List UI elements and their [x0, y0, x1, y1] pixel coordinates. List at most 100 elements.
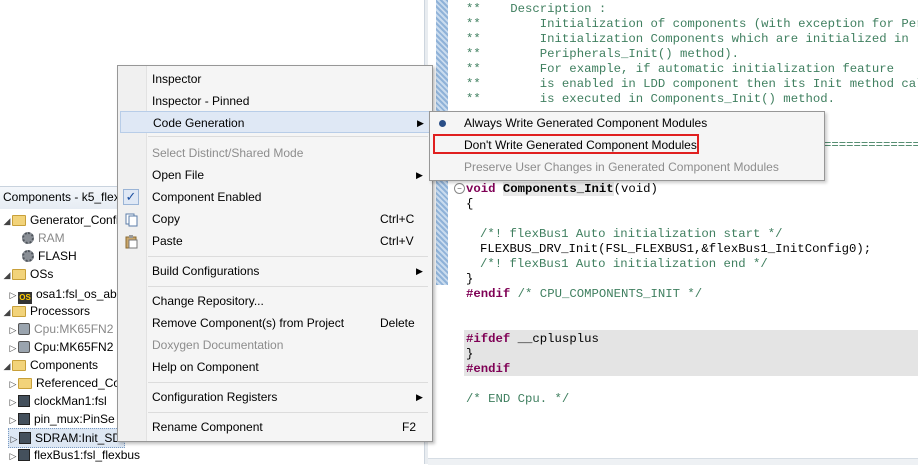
menu-item-build-configurations[interactable]: Build Configurations ▶ [118, 260, 432, 282]
tree-item-cpu-1[interactable]: ▷ Cpu:MK65FN2 [8, 320, 114, 339]
tree-item-clockman1[interactable]: ▷ clockMan1:fsl [8, 392, 107, 410]
tree-item-label: Cpu:MK65FN2 [34, 340, 114, 354]
menu-item-remove-component[interactable]: Remove Component(s) from Project Delete [118, 312, 432, 334]
expand-arrow-icon[interactable]: ▷ [8, 393, 18, 411]
code-keyword: #endif [466, 287, 511, 301]
menu-item-select-distinct-shared-mode: Select Distinct/Shared Mode [118, 142, 432, 164]
tree-item-referenced[interactable]: ▷ Referenced_Co [8, 374, 121, 393]
component-icon [18, 413, 30, 425]
tree-item-oss[interactable]: ◢ OSs [2, 265, 54, 284]
code-line: ** For example, if automatic initializat… [466, 62, 895, 76]
code-line: ** Initialization of components (with ex… [466, 17, 918, 31]
tree-item-label: Cpu:MK65FN2 [34, 322, 114, 336]
submenu-arrow-icon: ▶ [416, 170, 423, 180]
submenu-arrow-icon: ▶ [416, 392, 423, 402]
tree-item-label: Generator_Config [30, 213, 126, 227]
menu-item-label: Rename Component [152, 420, 263, 434]
code-line: FLEXBUS_DRV_Init(FSL_FLEXBUS1,&flexBus1_… [480, 242, 872, 256]
folder-icon [12, 306, 26, 317]
menu-item-code-generation[interactable]: Code Generation ▶ [120, 111, 430, 133]
code-line: ** Initialization Components which are i… [466, 32, 909, 46]
folder-icon [18, 378, 32, 389]
expand-arrow-icon[interactable]: ▷ [8, 321, 18, 339]
collapse-arrow-icon[interactable]: ◢ [2, 357, 12, 375]
collapse-arrow-icon[interactable]: ◢ [2, 303, 12, 321]
menu-item-inspector[interactable]: Inspector [118, 68, 432, 90]
tree-item-osa1[interactable]: ▷ OS osa1:fsl_os_ab [8, 285, 117, 304]
menu-item-label: Select Distinct/Shared Mode [152, 146, 304, 160]
code-comment: /* CPU_COMPONENTS_INIT */ [517, 287, 703, 301]
menu-item-shortcut: Delete [380, 316, 415, 330]
tree-item-cpu-2[interactable]: ▷ Cpu:MK65FN2 [8, 338, 114, 357]
collapse-arrow-icon[interactable]: ◢ [2, 212, 12, 230]
code-line: #endif /* CPU_COMPONENTS_INIT */ [466, 287, 702, 302]
checkmark-icon: ✓ [123, 189, 139, 205]
code-line: ** is executed in Components_Init() meth… [466, 92, 835, 106]
menu-item-always-write-generated-modules[interactable]: Always Write Generated Component Modules [430, 113, 824, 134]
tree-item-flash[interactable]: FLASH [22, 247, 77, 265]
menu-item-inspector-pinned[interactable]: Inspector - Pinned [118, 90, 432, 112]
paste-icon [125, 234, 139, 249]
menu-item-label: Preserve User Changes in Generated Compo… [464, 160, 779, 174]
tree-item-label: Components [30, 358, 99, 372]
components-view-title: Components - k5_flex [3, 190, 120, 204]
expand-arrow-icon[interactable]: ▷ [8, 339, 18, 357]
menu-item-rename-component[interactable]: Rename Component F2 [118, 416, 432, 438]
expand-arrow-icon[interactable]: ▷ [8, 447, 18, 465]
tree-item-flexbus1[interactable]: ▷ flexBus1:fsl_flexbus [8, 446, 141, 465]
menu-item-label: Paste [152, 234, 183, 248]
tree-item-processors[interactable]: ◢ Processors [2, 302, 91, 321]
tree-item-components[interactable]: ◢ Components [2, 356, 99, 375]
menu-item-preserve-user-changes: Preserve User Changes in Generated Compo… [430, 157, 824, 178]
code-keyword: void [466, 182, 496, 196]
collapse-arrow-icon[interactable]: ◢ [2, 266, 12, 284]
menu-item-configuration-registers[interactable]: Configuration Registers ▶ [118, 386, 432, 408]
menu-item-copy[interactable]: Copy Ctrl+C [118, 208, 432, 230]
code-keyword: #endif [466, 362, 511, 376]
tree-item-label: OSs [30, 267, 54, 281]
code-line: ** is enabled in LDD component then its … [466, 77, 918, 91]
menu-item-label: Always Write Generated Component Modules [464, 116, 708, 130]
tree-item-label: FLASH [38, 249, 77, 263]
tree-item-ram[interactable]: RAM [22, 229, 65, 247]
code-separator-line: ================= [824, 138, 918, 152]
expand-arrow-icon[interactable]: ▷ [8, 411, 18, 429]
menu-item-label: Open File [152, 168, 205, 182]
menu-separator [148, 382, 428, 383]
tree-item-label: clockMan1:fsl [34, 394, 107, 408]
context-menu: Inspector Inspector - Pinned Code Genera… [117, 65, 433, 442]
code-text: __cplusplus [510, 332, 599, 346]
function-args: (void) [613, 182, 658, 196]
folder-icon [12, 360, 26, 371]
tree-item-label: SDRAM:Init_SD [35, 431, 122, 445]
tree-item-sdram[interactable]: ▷ SDRAM:Init_SD [8, 428, 125, 448]
tree-item-pin-mux[interactable]: ▷ pin_mux:PinSe [8, 410, 115, 428]
code-line: /*! flexBus1 Auto initialization end */ [480, 257, 768, 271]
tree-item-label: Processors [30, 304, 91, 318]
menu-item-label: Configuration Registers [152, 390, 278, 404]
menu-item-label: Code Generation [153, 116, 245, 130]
code-line: /* END Cpu. */ [466, 392, 570, 406]
tree-item-generator-config[interactable]: ◢ Generator_Config [2, 211, 126, 230]
menu-item-label: Doxygen Documentation [152, 338, 284, 352]
menu-item-shortcut: F2 [402, 420, 417, 434]
highlight-annotation-box [433, 134, 699, 154]
menu-item-doxygen-documentation: Doxygen Documentation [118, 334, 432, 356]
submenu-arrow-icon: ▶ [416, 266, 423, 276]
menu-item-label: Component Enabled [152, 190, 262, 204]
fold-toggle-icon[interactable]: − [454, 183, 465, 194]
component-icon [18, 449, 30, 461]
component-icon [18, 395, 30, 407]
menu-item-label: Copy [152, 212, 181, 226]
expand-arrow-icon[interactable]: ▷ [8, 375, 18, 393]
submenu-arrow-icon: ▶ [417, 118, 424, 128]
tree-item-label: RAM [38, 231, 65, 245]
menu-item-change-repository[interactable]: Change Repository... [118, 290, 432, 312]
gear-icon [22, 250, 34, 262]
folder-icon [12, 269, 26, 280]
menu-item-paste[interactable]: Paste Ctrl+V [118, 230, 432, 252]
menu-item-help-on-component[interactable]: Help on Component [118, 356, 432, 378]
menu-item-component-enabled[interactable]: ✓ Component Enabled [118, 186, 432, 208]
menu-item-open-file[interactable]: Open File ▶ [118, 164, 432, 186]
function-name: Components_Init [502, 182, 614, 196]
